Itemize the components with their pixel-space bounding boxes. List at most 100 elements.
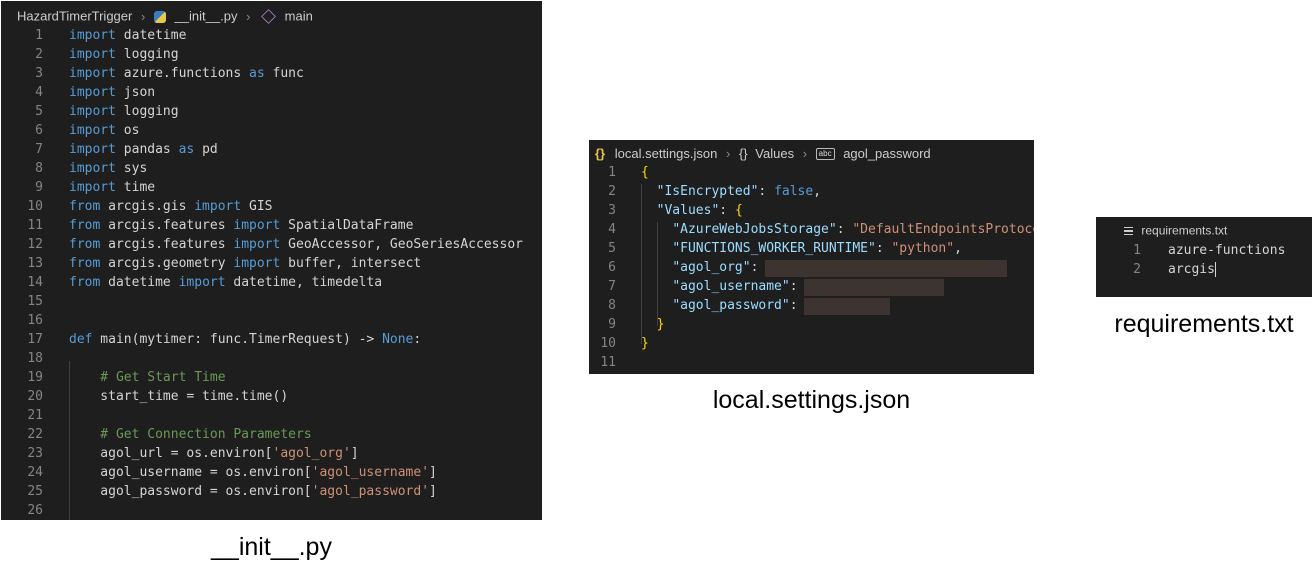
code-text[interactable]: import json	[69, 83, 155, 102]
method-icon	[261, 9, 276, 24]
code-line[interactable]: 4 import json	[1, 83, 542, 102]
code-line[interactable]: 18	[1, 349, 542, 368]
breadcrumb-node[interactable]: Values	[755, 146, 794, 161]
code-text[interactable]: from arcgis.features import SpatialDataF…	[69, 216, 413, 235]
code-line[interactable]: 26	[1, 501, 542, 520]
code-text[interactable]: def main(mytimer: func.TimerRequest) -> …	[69, 330, 421, 349]
line-number: 4	[35, 85, 43, 100]
code-text[interactable]: from arcgis.features import GeoAccessor,…	[69, 235, 523, 254]
code-text[interactable]: import pandas as pd	[69, 140, 218, 159]
code-text[interactable]: from arcgis.gis import GIS	[69, 197, 273, 216]
line-number: 1	[35, 28, 43, 43]
breadcrumb-file[interactable]: requirements.txt	[1141, 223, 1227, 237]
indent-guide	[641, 184, 642, 344]
code-text[interactable]: "IsEncrypted": false,	[641, 182, 821, 201]
code-line[interactable]: 15	[1, 292, 542, 311]
line-number: 19	[27, 370, 43, 385]
code-text[interactable]: agol_username = os.environ['agol_usernam…	[69, 463, 437, 482]
code-line[interactable]: 24 agol_username = os.environ['agol_user…	[1, 463, 542, 482]
code-text[interactable]: }	[641, 315, 665, 334]
line-number: 8	[608, 298, 616, 313]
code-text[interactable]: import datetime	[69, 26, 186, 45]
line-number: 10	[600, 336, 616, 351]
code-line[interactable]: 3 "Values": {	[589, 201, 1034, 220]
code-line[interactable]: 10 from arcgis.gis import GIS	[1, 197, 542, 216]
line-number: 24	[27, 465, 43, 480]
code-text[interactable]: start_time = time.time()	[69, 387, 288, 406]
code-line[interactable]: 23 agol_url = os.environ['agol_org']	[1, 444, 542, 463]
code-text[interactable]: import logging	[69, 102, 179, 121]
code-line[interactable]: 10}	[589, 334, 1034, 353]
code-text[interactable]: }	[641, 334, 649, 353]
code-line[interactable]: 2 import logging	[1, 45, 542, 64]
line-number: 4	[608, 222, 616, 237]
code-text[interactable]: "AzureWebJobsStorage": "DefaultEndpoints…	[641, 220, 1034, 239]
code-text[interactable]: import sys	[69, 159, 147, 178]
code-line[interactable]: 1 azure-functions	[1096, 241, 1312, 260]
code-text[interactable]: agol_password = os.environ['agol_passwor…	[69, 482, 437, 501]
code-line[interactable]: 16	[1, 311, 542, 330]
line-number: 6	[35, 123, 43, 138]
code-line[interactable]: 13 from arcgis.geometry import buffer, in…	[1, 254, 542, 273]
code-line[interactable]: 1 import datetime	[1, 26, 542, 45]
code-text[interactable]: import os	[69, 121, 139, 140]
breadcrumb-key[interactable]: agol_password	[843, 146, 930, 161]
code-text[interactable]: "agol_password":	[641, 296, 805, 315]
line-number: 12	[27, 237, 43, 252]
code-line[interactable]: 7 import pandas as pd	[1, 140, 542, 159]
code-text[interactable]: "Values": {	[641, 201, 743, 220]
code-line[interactable]: 6 import os	[1, 121, 542, 140]
code-line[interactable]: 17 def main(mytimer: func.TimerRequest) -…	[1, 330, 542, 349]
code-line[interactable]: 22 # Get Connection Parameters	[1, 425, 542, 444]
code-line[interactable]: 2 arcgis	[1096, 260, 1312, 279]
code-text[interactable]: arcgis	[1168, 260, 1216, 279]
code-line[interactable]: 2 "IsEncrypted": false,	[589, 182, 1034, 201]
code-line[interactable]: 9 import time	[1, 178, 542, 197]
line-number: 6	[608, 260, 616, 275]
code-line[interactable]: 20 start_time = time.time()	[1, 387, 542, 406]
code-text[interactable]: import logging	[69, 45, 179, 64]
indent-guide	[657, 222, 658, 326]
code-text[interactable]: import azure.functions as func	[69, 64, 304, 83]
code-line[interactable]: 9 }	[589, 315, 1034, 334]
code-line[interactable]: 12 from arcgis.features import GeoAccesso…	[1, 235, 542, 254]
code-text[interactable]: "agol_org":	[641, 258, 766, 277]
line-number: 23	[27, 446, 43, 461]
code-line[interactable]: 14 from datetime import datetime, timedel…	[1, 273, 542, 292]
code-line[interactable]: 25 agol_password = os.environ['agol_pass…	[1, 482, 542, 501]
code-line[interactable]: 21	[1, 406, 542, 425]
breadcrumb-folder[interactable]: HazardTimerTrigger	[17, 9, 132, 24]
code-text[interactable]: {	[641, 163, 649, 182]
code-text[interactable]: "FUNCTIONS_WORKER_RUNTIME": "python",	[641, 239, 962, 258]
chevron-right-icon: ›	[802, 146, 808, 162]
code-text[interactable]: agol_url = os.environ['agol_org']	[69, 444, 358, 463]
line-number: 17	[27, 332, 43, 347]
code-line[interactable]: 19 # Get Start Time	[1, 368, 542, 387]
code-line[interactable]: 5 import logging	[1, 102, 542, 121]
code-line[interactable]: 8 import sys	[1, 159, 542, 178]
code-line[interactable]: 4 "AzureWebJobsStorage": "DefaultEndpoin…	[589, 220, 1034, 239]
code-text[interactable]: import time	[69, 178, 155, 197]
line-number: 5	[608, 241, 616, 256]
local-settings-editor[interactable]: {} local.settings.json › {} Values › abc…	[589, 140, 1034, 374]
code-text[interactable]: from arcgis.geometry import buffer, inte…	[69, 254, 421, 273]
code-text[interactable]: from datetime import datetime, timedelta	[69, 273, 382, 292]
code-line[interactable]: 11 from arcgis.features import SpatialDat…	[1, 216, 542, 235]
line-number: 2	[1133, 262, 1141, 277]
redacted-value	[765, 260, 1007, 277]
code-text[interactable]: # Get Connection Parameters	[69, 425, 311, 444]
requirements-editor[interactable]: requirements.txt 1 azure-functions 2 arcgis	[1096, 217, 1312, 297]
code-text[interactable]: # Get Start Time	[69, 368, 225, 387]
code-text[interactable]: "agol_username":	[641, 277, 805, 296]
breadcrumb-file[interactable]: local.settings.json	[615, 146, 718, 161]
init-py-editor[interactable]: HazardTimerTrigger › __init__.py › main …	[1, 1, 542, 520]
code-line[interactable]: 11	[589, 353, 1034, 372]
line-number: 9	[608, 317, 616, 332]
breadcrumb-symbol[interactable]: main	[285, 9, 313, 24]
code-text[interactable]: azure-functions	[1168, 241, 1285, 260]
code-line[interactable]: 5 "FUNCTIONS_WORKER_RUNTIME": "python",	[589, 239, 1034, 258]
code-line[interactable]: 1{	[589, 163, 1034, 182]
breadcrumb-file[interactable]: __init__.py	[175, 9, 238, 24]
line-number: 2	[35, 47, 43, 62]
code-line[interactable]: 3 import azure.functions as func	[1, 64, 542, 83]
